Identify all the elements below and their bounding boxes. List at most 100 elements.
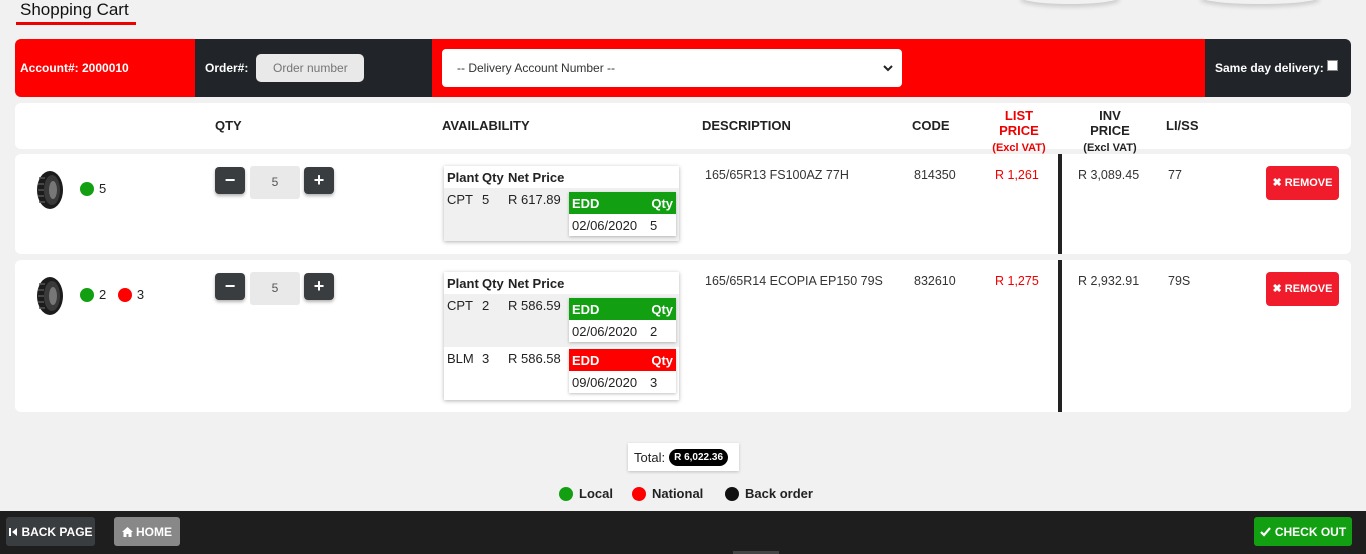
stock-net-price: R 586.59 [508,298,561,313]
qty-input[interactable]: 5 [250,166,300,199]
close-icon: ✖ [1272,283,1282,295]
stock-header-net-price: Net Price [508,170,565,185]
edd-qty: 5 [650,218,658,233]
stock-header-plant: Plant [447,170,479,185]
header-inv-price: INV PRICE (Excl VAT) [1078,108,1142,154]
local-dot [559,486,573,501]
skip-back-icon [9,527,18,536]
stock-line: CPT 2 R 586.59 EDD Qty 02/06/2020 2 [444,294,679,347]
tyre-icon [37,277,63,315]
header-list-price: LIST PRICE (Excl VAT) [987,108,1051,154]
item-list-price: R 1,275 [995,274,1039,288]
stock-qty: 3 [482,351,490,366]
qty-increase-button[interactable]: + [304,273,334,300]
item-inv-price: R 2,932.91 [1078,274,1140,288]
stock-plant: CPT [447,298,473,313]
top-decoration [1020,0,1120,4]
local-count: 2 [99,287,107,303]
legend-back-order: Back order [725,486,813,501]
close-icon: ✖ [1272,177,1282,189]
item-liss: 79S [1168,274,1191,288]
remove-label: REMOVE [1284,177,1333,189]
edd-header: EDD Qty [569,349,676,371]
edd-header: EDD Qty [569,192,676,214]
local-dot [80,287,94,302]
stock-header-qty: Qty [482,276,504,291]
edd-label: EDD [572,302,600,317]
order-label: Order#: [205,61,249,75]
edd-row: 09/06/2020 3 [569,371,676,393]
edd-row: 02/06/2020 2 [569,320,676,342]
availability-summary: 5 [80,180,114,196]
plus-icon: + [313,170,325,190]
legend-national-label: National [652,486,704,501]
stock-plant: CPT [447,192,473,207]
checkout-label: CHECK OUT [1274,524,1347,539]
order-number-input[interactable] [256,54,365,82]
edd-header: EDD Qty [569,298,676,320]
stock-net-price: R 617.89 [508,192,561,207]
item-description: 165/65R14 ECOPIA EP150 79S [705,274,883,288]
back-page-button[interactable]: BACK PAGE [6,517,95,546]
stock-table: Plant Qty Net Price CPT 5 R 617.89 EDD Q… [444,166,679,241]
edd-qty: 2 [650,324,658,339]
stock-line: CPT 5 R 617.89 EDD Qty 02/06/2020 5 [444,188,679,238]
item-liss: 77 [1168,168,1182,182]
stock-table-header: Plant Qty Net Price [444,166,679,188]
remove-button[interactable]: ✖ REMOVE [1266,272,1339,306]
column-divider [1058,260,1062,412]
remove-button[interactable]: ✖ REMOVE [1266,166,1339,200]
checkout-button[interactable]: CHECK OUT [1254,517,1352,546]
national-dot [117,287,132,302]
home-icon [122,526,133,537]
header-inv-price-label: INV PRICE [1090,108,1130,138]
edd-date: 02/06/2020 [572,324,638,339]
stock-header-qty: Qty [482,170,504,185]
edd-date: 02/06/2020 [572,218,638,233]
home-button[interactable]: HOME [114,517,180,546]
column-divider [1058,154,1062,254]
cart-row: 5 − 5 + Plant Qty Net Price CPT 5 R 617.… [15,154,1351,254]
minus-icon: − [224,170,236,190]
delivery-account-select[interactable]: -- Delivery Account Number -- [442,49,902,87]
plus-icon: + [313,276,325,296]
edd-label: EDD [572,196,600,211]
qty-input[interactable]: 5 [250,272,300,305]
stock-qty: 5 [482,192,490,207]
cart-row: 2 3 − 5 + Plant Qty Net Price CPT 2 R 58… [15,260,1351,412]
national-count: 3 [136,287,145,303]
back-order-dot [725,486,739,501]
same-day-checkbox[interactable] [1326,59,1338,71]
stock-net-price: R 586.58 [508,351,561,366]
top-decoration [1200,0,1320,4]
header-inv-price-sub: (Excl VAT) [1083,142,1137,154]
total-value: R 6,022.36 [669,448,729,466]
edd-qty-label: Qty [651,353,673,368]
same-day-label: Same day delivery: [1215,61,1324,75]
qty-increase-button[interactable]: + [304,167,334,194]
item-inv-price: R 3,089.45 [1078,168,1140,182]
stock-table: Plant Qty Net Price CPT 2 R 586.59 EDD Q… [444,272,679,400]
qty-decrease-button[interactable]: − [215,273,245,300]
footer-bar: BACK PAGE HOME CHECK OUT [0,511,1366,554]
qty-decrease-button[interactable]: − [215,167,245,194]
header-liss: LI/SS [1166,118,1199,133]
stock-plant: BLM [447,351,474,366]
header-qty: QTY [215,118,242,133]
cart-total: Total: R 6,022.36 [628,443,739,471]
total-label: Total: [634,449,666,465]
edd-qty-label: Qty [651,196,673,211]
item-list-price: R 1,261 [995,168,1039,182]
delivery-select-value: -- Delivery Account Number -- [457,61,616,75]
edd-box: EDD Qty 09/06/2020 3 [569,349,676,393]
legend-back-order-label: Back order [745,486,813,501]
stock-qty: 2 [482,298,490,313]
legend-national: National [632,486,703,501]
edd-row: 02/06/2020 5 [569,214,676,236]
local-dot [80,181,94,196]
availability-summary: 2 3 [80,286,152,302]
chevron-down-icon [883,65,893,72]
order-bar: Account#: 2000010 Order#: -- Delivery Ac… [15,39,1351,97]
home-label: HOME [136,524,172,539]
header-description: DESCRIPTION [702,118,791,133]
